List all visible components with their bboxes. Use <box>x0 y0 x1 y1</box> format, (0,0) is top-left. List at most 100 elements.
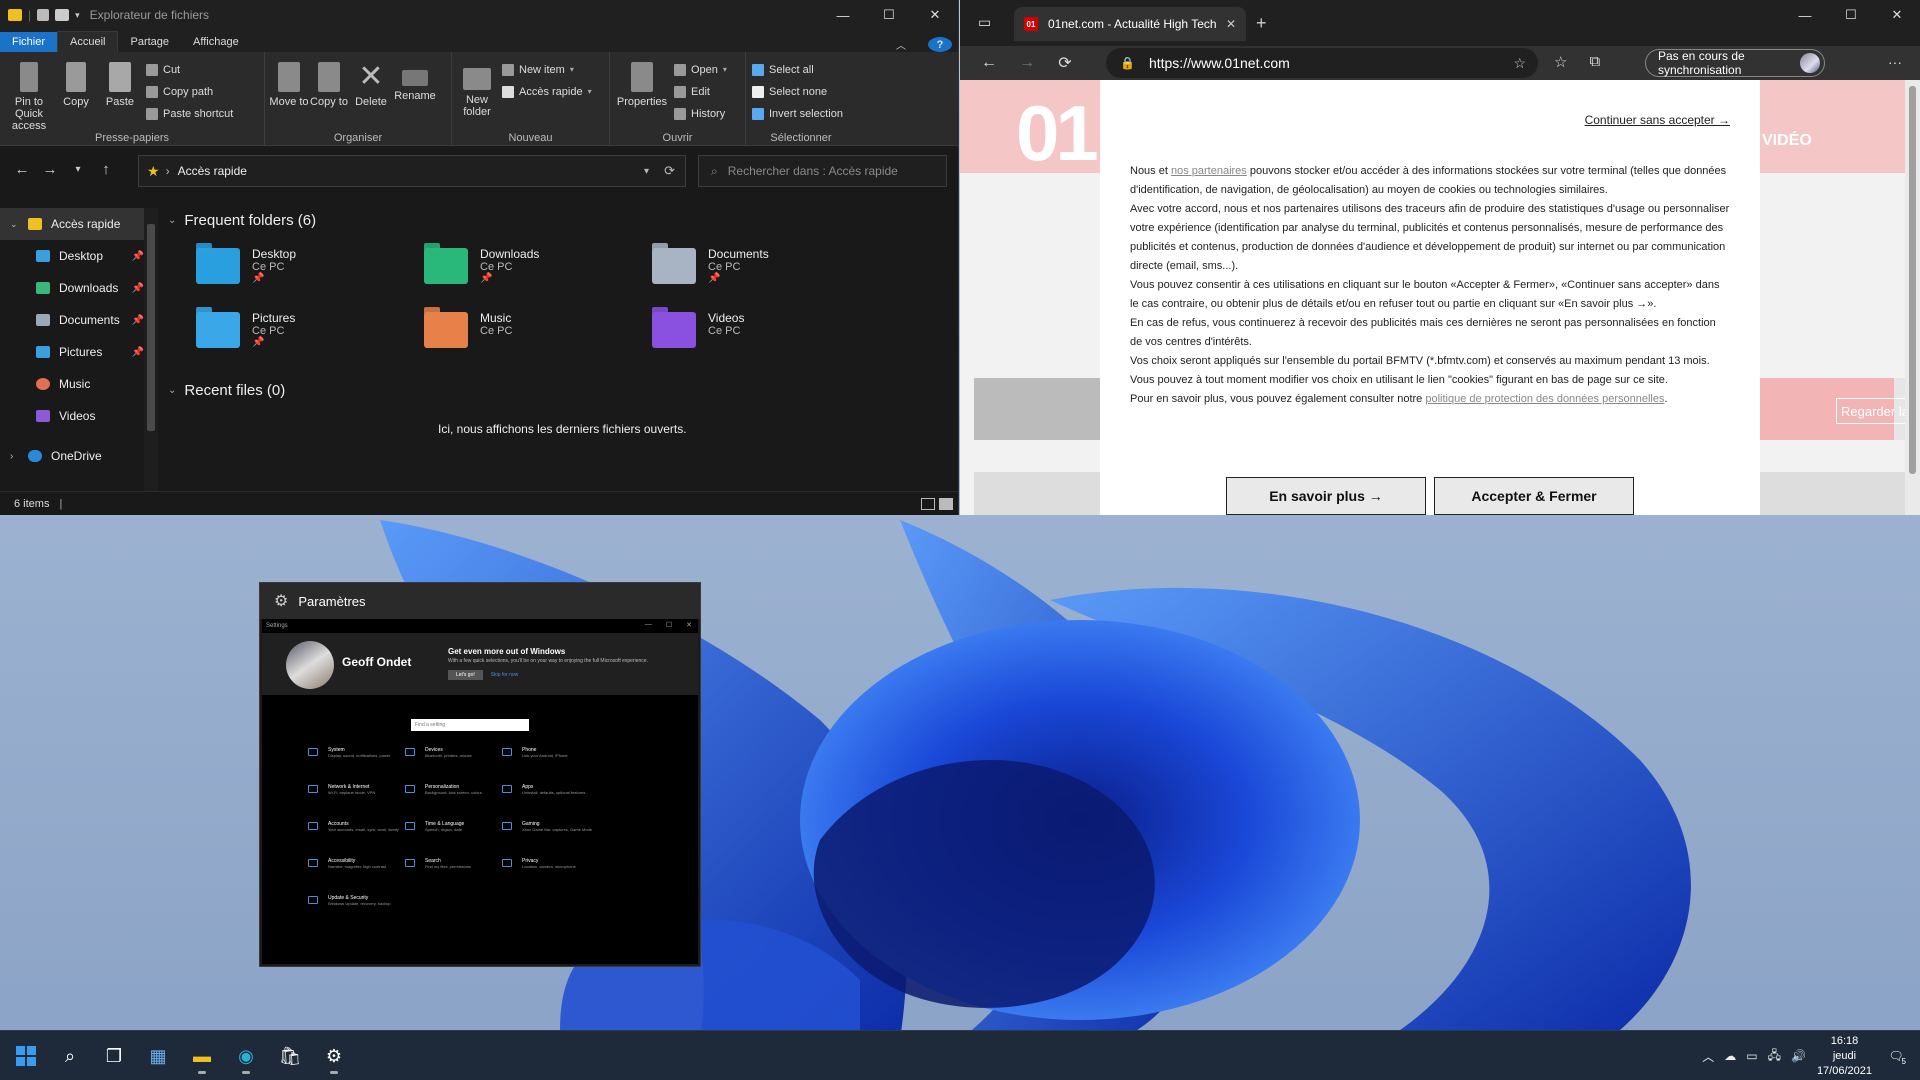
clock[interactable]: 16:18 jeudi 17/06/2021 <box>1817 1034 1872 1079</box>
settings-gear-icon[interactable]: ⚙ <box>316 1038 352 1074</box>
select-none-button[interactable]: Select none <box>752 82 843 101</box>
sidebar-item-onedrive[interactable]: › OneDrive <box>0 440 158 472</box>
video-nav-link[interactable]: VIDÉO <box>1762 132 1812 150</box>
sidebar-item-documents[interactable]: Documents 📌 <box>0 304 158 336</box>
forward-arrow-icon[interactable]: → <box>36 161 64 178</box>
tab-affichage[interactable]: Affichage <box>181 32 251 52</box>
lock-icon[interactable]: 🔒 <box>1120 56 1135 70</box>
edit-button[interactable]: Edit <box>674 82 727 101</box>
select-all-button[interactable]: Select all <box>752 60 843 79</box>
new-folder-icon[interactable] <box>55 9 70 21</box>
promo-go-button: Let's go! <box>448 670 483 680</box>
folder-documents[interactable]: Documents Ce PC 📌 <box>652 243 872 296</box>
site-logo[interactable]: 01 <box>1016 88 1099 179</box>
sidebar-item-videos[interactable]: Videos <box>0 400 158 432</box>
edge-icon[interactable]: ◉ <box>228 1038 264 1074</box>
tab-fichier[interactable]: Fichier <box>0 32 58 52</box>
network-icon[interactable]: 🖧 <box>1768 1046 1781 1067</box>
refresh-icon[interactable]: ⟳ <box>664 163 675 179</box>
add-favorite-icon[interactable]: ☆ <box>1513 55 1526 72</box>
sidebar-item-quick-access[interactable]: ⌄ Accès rapide <box>0 208 158 240</box>
tab-partage[interactable]: Partage <box>118 32 181 52</box>
forward-arrow-icon[interactable]: → <box>1008 54 1046 72</box>
continue-without-accepting-link[interactable]: Continuer sans accepter → <box>1585 113 1730 127</box>
open-button[interactable]: Open ▾ <box>674 60 727 79</box>
folder-icon <box>8 9 22 21</box>
show-hidden-icons-icon[interactable]: ︿ <box>1702 1048 1714 1065</box>
refresh-icon[interactable]: ⟳ <box>1046 53 1084 73</box>
checkmark-icon[interactable] <box>37 9 50 21</box>
large-icons-view-icon[interactable] <box>939 497 953 510</box>
paste-shortcut-button[interactable]: Paste shortcut <box>146 104 233 123</box>
help-icon[interactable]: ? <box>928 37 952 52</box>
learn-more-button[interactable]: En savoir plus → <box>1226 477 1426 515</box>
minimize-button[interactable]: — <box>1782 0 1828 30</box>
more-options-icon[interactable]: ··· <box>1888 54 1902 70</box>
sidebar-item-pictures[interactable]: Pictures 📌 <box>0 336 158 368</box>
quick-access-dropdown-icon[interactable]: ▾ <box>75 10 80 21</box>
start-button[interactable] <box>8 1038 44 1074</box>
maximize-button[interactable]: ☐ <box>1828 0 1874 30</box>
page-scrollbar[interactable] <box>1905 80 1920 515</box>
folder-videos[interactable]: Videos Ce PC <box>652 307 872 360</box>
back-arrow-icon[interactable]: ← <box>970 54 1008 72</box>
recent-files-header[interactable]: ⌄ Recent files (0) <box>168 382 285 399</box>
folder-music[interactable]: Music Ce PC <box>424 307 644 360</box>
sidebar-item-music[interactable]: Music <box>0 368 158 400</box>
partners-link[interactable]: nos partenaires <box>1171 165 1247 177</box>
close-button[interactable]: ✕ <box>912 0 958 30</box>
url-bar[interactable]: 🔒 https://www.01net.com ☆ <box>1106 48 1538 78</box>
maximize-button[interactable]: ☐ <box>866 0 912 30</box>
folder-pictures[interactable]: Pictures Ce PC 📌 <box>196 307 416 360</box>
sidebar-item-desktop[interactable]: Desktop 📌 <box>0 240 158 272</box>
tab-actions-icon[interactable]: ▭ <box>978 14 991 31</box>
expand-down-icon[interactable]: ⌄ <box>10 219 18 230</box>
easy-access-button[interactable]: Accès rapide ▾ <box>502 82 592 101</box>
details-view-icon[interactable] <box>921 497 935 510</box>
watch-button[interactable]: Regarder la <box>1836 398 1905 424</box>
cut-button[interactable]: Cut <box>146 60 233 79</box>
search-input[interactable]: ⌕ Rechercher dans : Accès rapide <box>698 155 947 187</box>
folder-desktop[interactable]: Desktop Ce PC 📌 <box>196 243 416 296</box>
profile-sync-button[interactable]: Pas en cours de synchronisation <box>1645 49 1825 77</box>
minimize-button[interactable]: — <box>820 0 866 30</box>
accept-close-button[interactable]: Accepter & Fermer <box>1434 477 1634 515</box>
privacy-policy-link[interactable]: politique de protection des données pers… <box>1425 393 1664 405</box>
recent-locations-icon[interactable]: ▾ <box>64 164 92 175</box>
close-button[interactable]: ✕ <box>1874 0 1920 30</box>
expand-right-icon[interactable]: › <box>10 451 13 462</box>
back-arrow-icon[interactable]: ← <box>8 161 36 178</box>
clock-day: jeudi <box>1832 1049 1857 1062</box>
promo-skip-link: Skip for now <box>490 672 519 678</box>
close-tab-icon[interactable]: ✕ <box>1226 17 1236 31</box>
new-tab-icon[interactable]: + <box>1256 13 1267 34</box>
folder-name: Videos <box>708 311 745 325</box>
volume-icon[interactable]: 🔊 <box>1791 1049 1806 1063</box>
folder-downloads[interactable]: Downloads Ce PC 📌 <box>424 243 644 296</box>
browser-tab[interactable]: 01 01net.com - Actualité High Tech ✕ <box>1014 7 1246 41</box>
invert-selection-button[interactable]: Invert selection <box>752 104 843 123</box>
sidebar-scrollbar[interactable] <box>144 208 158 491</box>
store-icon[interactable]: 🛍 <box>272 1038 308 1074</box>
favorites-icon[interactable]: ☆ <box>1554 53 1567 71</box>
widgets-icon[interactable]: ▦ <box>140 1038 176 1074</box>
copy-path-button[interactable]: Copy path <box>146 82 233 101</box>
tab-accueil[interactable]: Accueil <box>57 31 119 52</box>
task-view-icon[interactable]: ❐ <box>96 1038 132 1074</box>
new-item-button[interactable]: New item ▾ <box>502 60 592 79</box>
onedrive-icon[interactable]: ☁ <box>1724 1049 1736 1063</box>
address-dropdown-icon[interactable]: ▾ <box>644 166 649 177</box>
address-bar[interactable]: ★ › Accès rapide ▾ ⟳ <box>138 155 686 187</box>
search-icon[interactable]: ⌕ <box>52 1038 88 1074</box>
settings-preview[interactable]: Settings — ☐ ✕ Geoff Ondet Get even more o… <box>262 619 698 964</box>
file-explorer-icon[interactable]: ▬ <box>184 1038 220 1074</box>
frequent-folders-header[interactable]: ⌄ Frequent folders (6) <box>168 212 316 229</box>
up-arrow-icon[interactable]: ↑ <box>92 161 120 178</box>
scrollbar-thumb[interactable] <box>1909 86 1916 474</box>
notification-center-icon[interactable]: 🗨 5 <box>1884 1044 1908 1068</box>
scrollbar-thumb[interactable] <box>147 224 155 431</box>
collections-icon[interactable]: ⧉ <box>1589 53 1600 71</box>
sidebar-item-downloads[interactable]: Downloads 📌 <box>0 272 158 304</box>
history-button[interactable]: History <box>674 104 727 123</box>
battery-icon[interactable]: ▭ <box>1746 1049 1757 1063</box>
